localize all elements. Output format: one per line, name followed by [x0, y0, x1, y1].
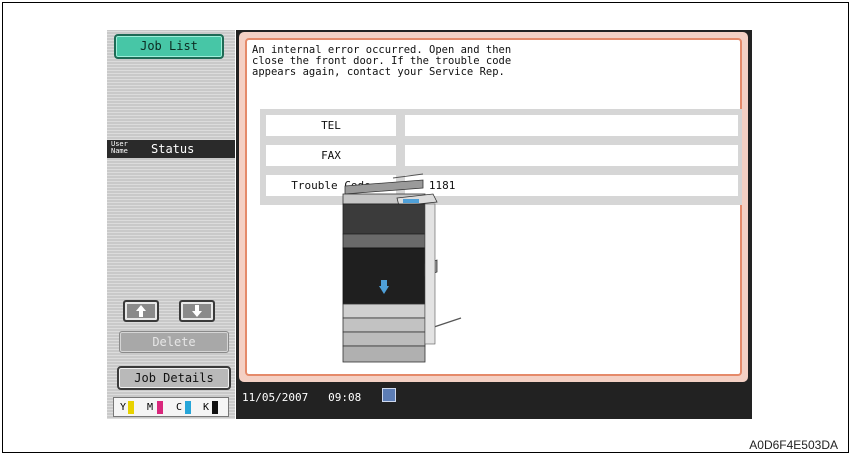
copier-illustration — [342, 173, 462, 363]
toner-label-k: K — [203, 402, 210, 413]
toner-bar-m — [157, 401, 163, 414]
job-details-button[interactable]: Job Details — [117, 366, 231, 390]
left-panel: Job List User Name Status Delete Job Deta… — [107, 30, 235, 419]
toner-label-c: C — [176, 402, 183, 413]
status-bar: 11/05/2007 09:08 — [236, 382, 752, 419]
delete-button[interactable]: Delete — [119, 331, 229, 353]
error-dialog: An internal error occurred. Open and the… — [239, 32, 748, 382]
toner-bar-c — [185, 401, 191, 414]
fax-value — [405, 145, 738, 166]
status-header: Status — [151, 142, 195, 156]
job-list-header: User Name Status — [107, 140, 235, 158]
scroll-down-button[interactable] — [179, 300, 215, 322]
job-list-button[interactable]: Job List — [114, 34, 224, 59]
error-dialog-body: An internal error occurred. Open and the… — [245, 38, 742, 376]
network-icon — [382, 388, 396, 402]
fax-label: FAX — [266, 145, 396, 166]
error-message: An internal error occurred. Open and the… — [252, 44, 512, 78]
user-name-header: User Name — [111, 140, 128, 155]
arrow-up-icon — [136, 305, 146, 317]
toner-label-y: Y — [120, 402, 127, 413]
main-screen: An internal error occurred. Open and the… — [236, 30, 752, 419]
scroll-up-button[interactable] — [123, 300, 159, 322]
toner-label-m: M — [147, 402, 154, 413]
status-date: 11/05/2007 09:08 — [242, 391, 362, 404]
arrow-down-icon — [192, 305, 202, 317]
toner-bar-k — [212, 401, 218, 414]
tel-value — [405, 115, 738, 136]
tel-label: TEL — [266, 115, 396, 136]
toner-indicator: Y M C K — [113, 397, 229, 417]
status-time: 09:08 — [328, 391, 362, 404]
toner-bar-y — [128, 401, 134, 414]
figure-code: A0D6F4E503DA — [749, 438, 838, 452]
